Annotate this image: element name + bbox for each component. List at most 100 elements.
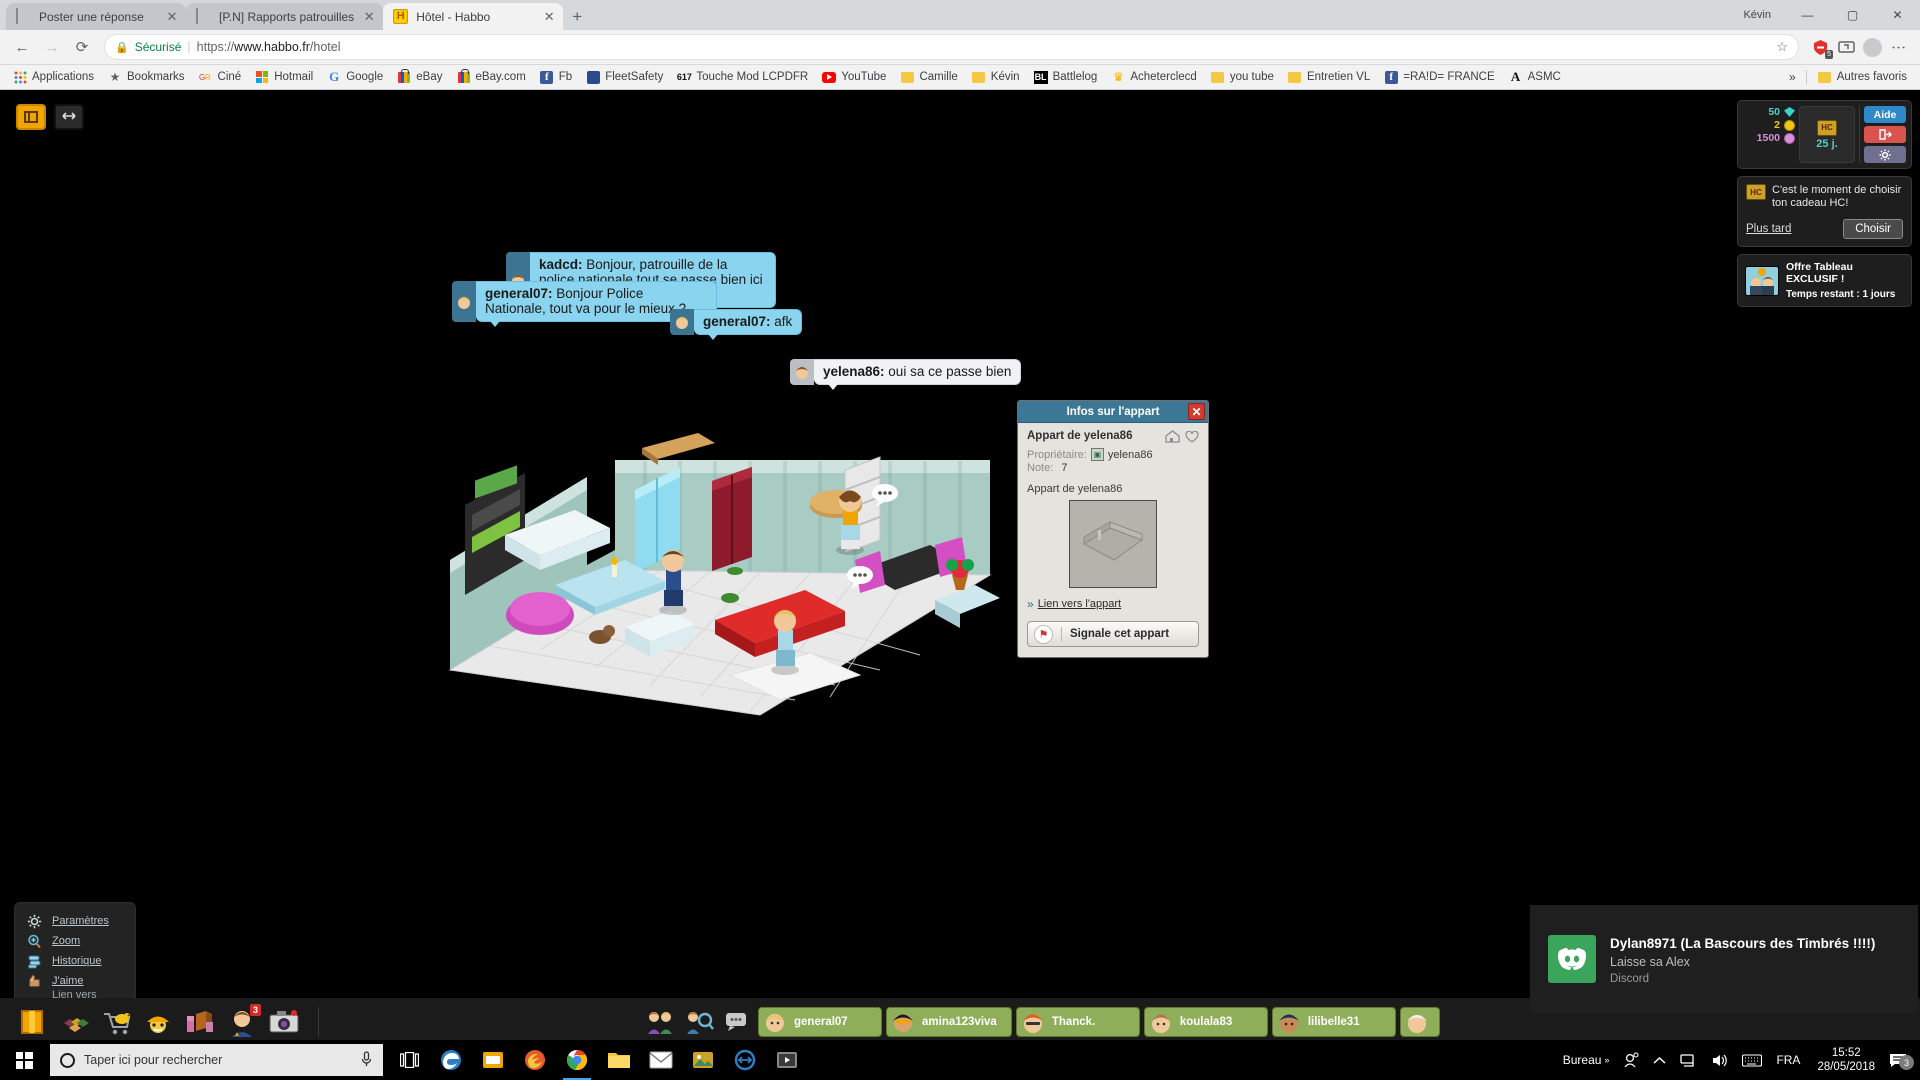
bookmark-bookmarks[interactable]: ★ Bookmarks xyxy=(101,68,192,86)
hc-gift-promo[interactable]: HC C'est le moment de choisir ton cadeau… xyxy=(1737,176,1912,247)
mail-icon[interactable] xyxy=(641,1040,681,1080)
bookmark-hotmail[interactable]: Hotmail xyxy=(248,68,320,86)
settings-button[interactable] xyxy=(1864,146,1906,163)
user-chip-thanck[interactable]: Thanck. xyxy=(1015,1006,1140,1037)
avatar[interactable] xyxy=(1863,37,1882,57)
room-builder-icon[interactable] xyxy=(182,1004,218,1040)
habbo-game-canvas[interactable]: kadcd: Bonjour, patrouille de la police … xyxy=(0,90,1920,1045)
volume-icon[interactable] xyxy=(1704,1053,1735,1068)
edge-icon[interactable] xyxy=(431,1040,471,1080)
chat-bubble-2[interactable]: general07: afk xyxy=(670,309,803,340)
adblock-extension-icon[interactable]: 5 xyxy=(1811,38,1833,59)
context-menu-item-like[interactable]: J'aime xyxy=(15,971,135,991)
task-view-icon[interactable] xyxy=(389,1040,429,1080)
catalog-icon[interactable] xyxy=(98,1004,134,1040)
camera-icon[interactable] xyxy=(266,1004,302,1040)
action-center-icon[interactable]: 3 xyxy=(1885,1052,1916,1070)
bookmark-cine[interactable]: GR Ciné xyxy=(192,68,249,86)
bookmark-apps[interactable]: Applications xyxy=(6,68,101,86)
bookmark-kevin[interactable]: Kévin xyxy=(965,68,1027,86)
bookmark-asmc[interactable]: A ASMC xyxy=(1502,68,1568,86)
logout-button[interactable] xyxy=(1864,126,1906,143)
new-tab-button[interactable]: + xyxy=(563,4,591,30)
close-icon[interactable]: ✕ xyxy=(361,9,377,25)
owner-value[interactable]: yelena86 xyxy=(1108,449,1153,461)
back-icon[interactable]: ← xyxy=(8,33,36,61)
expand-toggle-button[interactable] xyxy=(54,104,84,130)
house-icon[interactable] xyxy=(1165,430,1180,446)
bookmark-lcpdfr[interactable]: 617 Touche Mod LCPDFR xyxy=(670,68,815,86)
help-button[interactable]: Aide xyxy=(1864,106,1906,123)
close-window-button[interactable]: ✕ xyxy=(1875,0,1920,30)
hc-status[interactable]: HC 25 j. xyxy=(1799,106,1855,163)
context-menu-item-settings[interactable]: Paramètres xyxy=(15,911,135,931)
windows-start-icon[interactable] xyxy=(0,1040,48,1080)
star-icon[interactable]: ☆ xyxy=(1776,39,1788,55)
keyboard-icon[interactable] xyxy=(1735,1053,1769,1067)
user-chip-general07[interactable]: general07 xyxy=(758,1006,882,1037)
room-info-window[interactable]: Infos sur l'appart ✕ Appart de yelena86 … xyxy=(1017,400,1209,658)
exclusive-offer-card[interactable]: Offre Tableau EXCLUSIF ! Temps restant :… xyxy=(1737,254,1912,307)
media-player-icon[interactable] xyxy=(767,1040,807,1080)
minimize-button[interactable]: — xyxy=(1785,0,1830,30)
search-friends-icon[interactable] xyxy=(682,1005,716,1039)
search-input[interactable]: Taper ici pour rechercher xyxy=(50,1044,383,1076)
bookmark-fb[interactable]: f Fb xyxy=(533,68,579,86)
language-indicator[interactable]: FRA xyxy=(1769,1053,1807,1067)
people-icon[interactable] xyxy=(1616,1052,1646,1068)
heart-icon[interactable] xyxy=(1185,430,1199,446)
browser-tab-1[interactable]: [P.N] Rapports patrouilles ✕ xyxy=(186,3,384,30)
currency-duckets[interactable]: 1500 xyxy=(1743,132,1795,144)
firefox-icon[interactable] xyxy=(515,1040,555,1080)
user-chip-overflow[interactable] xyxy=(1399,1006,1440,1037)
bookmark-youtube[interactable]: YouTube xyxy=(815,68,893,86)
fullscreen-toggle-button[interactable] xyxy=(16,104,46,130)
close-icon[interactable]: ✕ xyxy=(541,9,557,25)
teamviewer-icon[interactable] xyxy=(725,1040,765,1080)
bookmark-google[interactable]: G Google xyxy=(320,68,390,86)
network-icon[interactable] xyxy=(1673,1053,1704,1068)
desktop-peek-button[interactable]: Bureau » xyxy=(1556,1053,1617,1067)
user-chip-amina123viva[interactable]: amina123viva xyxy=(886,1006,1012,1037)
bookmark-youtube-folder[interactable]: you tube xyxy=(1204,68,1281,86)
file-explorer-icon[interactable] xyxy=(599,1040,639,1080)
bookmark-ebay-com[interactable]: eBay.com xyxy=(450,68,533,86)
chat-icon[interactable] xyxy=(720,1005,754,1039)
bookmark-entretien-vl[interactable]: Entretien VL xyxy=(1281,68,1377,86)
report-room-button[interactable]: ⚑ Signale cet appart xyxy=(1027,621,1199,647)
bookmark-raid-france[interactable]: f =RA!D= FRANCE xyxy=(1377,68,1501,86)
room-link[interactable]: » Lien vers l'appart xyxy=(1027,597,1199,611)
bookmark-other-favorites[interactable]: Autres favoris xyxy=(1811,68,1914,86)
screencast-extension-icon[interactable] xyxy=(1837,38,1856,57)
close-icon[interactable]: ✕ xyxy=(164,9,180,25)
promo-choose-button[interactable]: Choisir xyxy=(1843,219,1903,239)
close-icon[interactable]: ✕ xyxy=(1188,403,1205,420)
bookmark-battlelog[interactable]: BL Battlelog xyxy=(1027,68,1105,86)
context-menu-item-history[interactable]: Historique xyxy=(15,951,135,971)
user-chip-koulala83[interactable]: koulala83 xyxy=(1143,1006,1268,1037)
clock[interactable]: 15:52 28/05/2018 xyxy=(1807,1046,1885,1074)
store-icon[interactable] xyxy=(473,1040,513,1080)
isometric-room[interactable] xyxy=(430,385,1030,725)
builders-club-icon[interactable] xyxy=(140,1004,176,1040)
chevron-up-icon[interactable] xyxy=(1646,1056,1673,1065)
friends-icon[interactable] xyxy=(644,1005,678,1039)
chat-bubble-3[interactable]: yelena86: oui sa ce passe bien xyxy=(790,359,1022,390)
photos-icon[interactable] xyxy=(683,1040,723,1080)
reload-icon[interactable]: ⟳ xyxy=(68,33,96,61)
bookmark-fleetsafety[interactable]: FleetSafety xyxy=(579,68,670,86)
address-bar[interactable]: 🔒 Sécurisé | https://www.habbo.fr/hotel … xyxy=(104,34,1799,60)
microphone-icon[interactable] xyxy=(360,1050,373,1070)
browser-tab-2[interactable]: H Hôtel - Habbo ✕ xyxy=(383,3,564,30)
user-chip-lilibelle31[interactable]: lilibelle31 xyxy=(1271,1006,1396,1037)
chrome-icon[interactable] xyxy=(557,1040,597,1080)
discord-notification-toast[interactable]: Dylan8971 (La Bascours des Timbrés !!!!)… xyxy=(1530,905,1918,1013)
inventory-icon[interactable] xyxy=(56,1004,92,1040)
currency-credits[interactable]: 2 xyxy=(1743,119,1795,131)
bookmark-acheterclecd[interactable]: ♛ Acheterclecd xyxy=(1104,68,1203,86)
profile-icon[interactable]: 3 xyxy=(224,1003,261,1040)
context-menu-item-zoom[interactable]: Zoom xyxy=(15,931,135,951)
bookmarks-overflow-button[interactable]: » xyxy=(1783,70,1802,84)
browser-tab-0[interactable]: Poster une réponse ✕ xyxy=(6,3,186,30)
currency-diamonds[interactable]: 50 xyxy=(1743,106,1795,118)
